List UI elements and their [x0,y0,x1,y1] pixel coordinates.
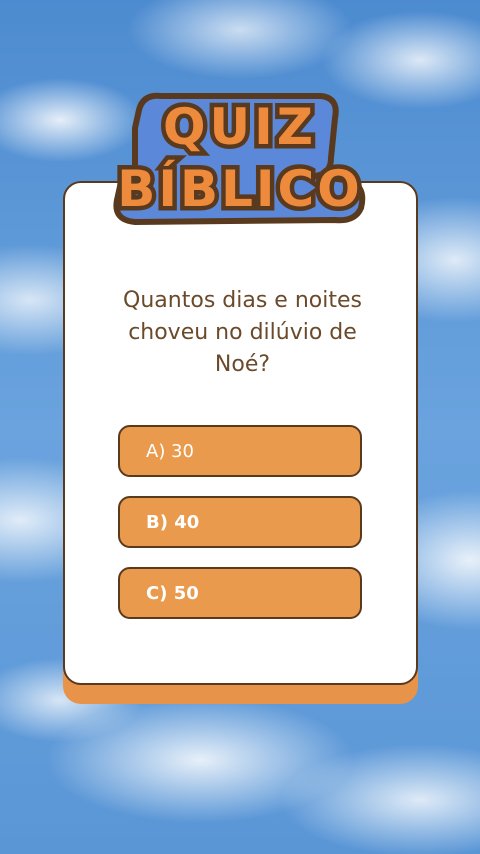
logo-line1: QUIZ [163,98,317,156]
logo-line2: BÍBLICO [117,159,363,218]
option-c-button[interactable]: C) 50 [118,567,362,619]
option-a-button[interactable]: A) 30 [118,425,362,477]
option-b-button[interactable]: B) 40 [118,496,362,548]
question-text: Quantos dias e noites choveu no dilúvio … [123,288,362,377]
quiz-biblico-logo: QUIZ BÍBLICO [113,92,366,225]
